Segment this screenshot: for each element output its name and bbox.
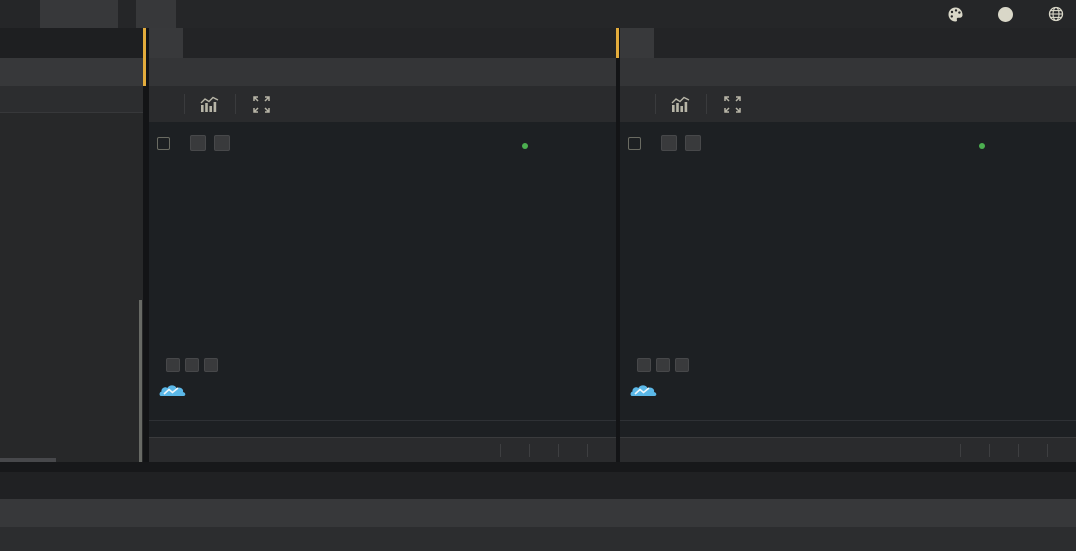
footer-divider <box>989 443 990 457</box>
gear-icon[interactable] <box>214 135 230 151</box>
top-bar-right <box>921 6 1076 23</box>
symbol-row <box>149 58 616 86</box>
chart-footer <box>149 437 616 462</box>
theme-palette-icon[interactable] <box>947 6 964 23</box>
toolbar-divider <box>184 94 185 114</box>
footer-divider <box>587 443 588 457</box>
orders-filter-row <box>0 499 1076 527</box>
close-icon[interactable] <box>204 358 218 372</box>
eye-icon[interactable] <box>190 135 206 151</box>
toolbar-divider <box>235 94 236 114</box>
eye-icon[interactable] <box>637 358 651 372</box>
footer-divider <box>1047 443 1048 457</box>
orders-tab-bar <box>0 472 1076 499</box>
bid-column-header[interactable] <box>0 86 143 113</box>
chart-style-icon[interactable] <box>197 95 223 113</box>
top-bar <box>0 0 1076 28</box>
markets-panel <box>0 28 143 462</box>
toolbar-divider <box>655 94 656 114</box>
footer-divider <box>1018 443 1019 457</box>
vertical-scrollbar[interactable] <box>139 300 142 462</box>
toolbar-divider <box>706 94 707 114</box>
chart-legend <box>628 135 701 151</box>
trading-workspace <box>0 0 1076 551</box>
chart-area-etcbtc[interactable] <box>620 122 1076 420</box>
time-axis[interactable] <box>149 420 616 437</box>
eye-icon[interactable] <box>166 358 180 372</box>
footer-divider <box>500 443 501 457</box>
footer-divider <box>960 443 961 457</box>
panel-tab-bar <box>620 28 1076 58</box>
fullscreen-icon[interactable] <box>719 95 745 113</box>
chart-area-ethbtc[interactable] <box>149 122 616 420</box>
markets-filter-row <box>0 58 143 86</box>
collapse-icon[interactable] <box>628 136 641 150</box>
chart-panel-ethbtc <box>143 28 616 462</box>
tradingview-logo[interactable] <box>159 383 195 400</box>
help-icon[interactable] <box>997 6 1014 23</box>
close-icon[interactable] <box>675 358 689 372</box>
panel-focus-accent <box>143 28 146 86</box>
chart-style-icon[interactable] <box>668 95 694 113</box>
markets-tab-bar <box>0 28 143 58</box>
time-axis[interactable] <box>620 420 1076 437</box>
workspace-group <box>40 0 118 28</box>
symbol-row <box>620 58 1076 86</box>
volume-legend <box>628 358 705 372</box>
fullscreen-icon[interactable] <box>248 95 274 113</box>
chart-toolbar <box>620 86 1076 122</box>
connection-status-dot <box>522 143 528 149</box>
eye-icon[interactable] <box>661 135 677 151</box>
gear-icon[interactable] <box>656 358 670 372</box>
tradingview-logo[interactable] <box>630 383 666 400</box>
ohlc-readout <box>157 160 205 172</box>
tab-chart-etcbtc[interactable] <box>620 28 654 58</box>
panel-focus-accent <box>616 28 619 58</box>
collapse-icon[interactable] <box>157 136 170 150</box>
globe-icon[interactable] <box>1047 6 1064 23</box>
gear-icon[interactable] <box>685 135 701 151</box>
connection-status-dot <box>979 143 985 149</box>
chart-footer <box>620 437 1076 462</box>
panel-tab-bar <box>149 28 616 58</box>
tab-chart-ethbtc[interactable] <box>149 28 183 58</box>
chart-panel-etcbtc <box>616 28 1076 462</box>
gear-icon[interactable] <box>185 358 199 372</box>
volume-legend <box>157 358 234 372</box>
chart-toolbar <box>149 86 616 122</box>
ohlc-readout <box>628 160 676 172</box>
chart-legend <box>157 135 230 151</box>
footer-divider <box>558 443 559 457</box>
orders-table-header <box>0 527 1076 551</box>
orders-panel <box>0 462 1076 551</box>
accounts-group <box>136 0 176 28</box>
footer-divider <box>529 443 530 457</box>
